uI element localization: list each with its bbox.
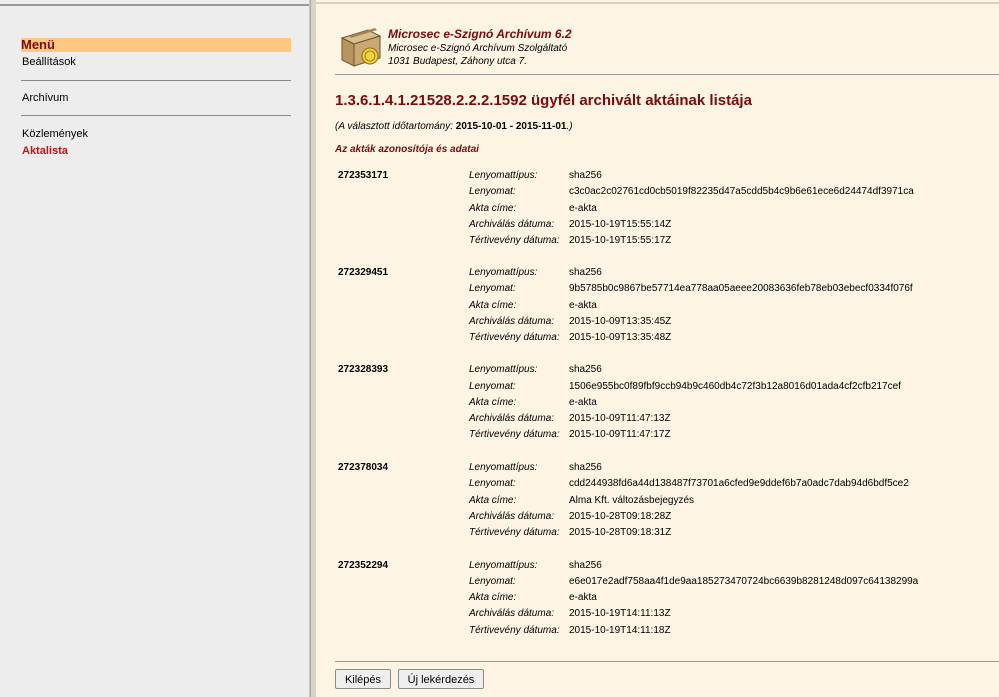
hash-type-value: sha256 [569, 462, 602, 473]
new-query-button[interactable]: Új lekérdezés [398, 669, 484, 689]
date-range: (A választott időtartomány: 2015-10-01 -… [335, 121, 573, 132]
hash-value: e6e017e2adf758aa4f1de9aa185273470724bc66… [569, 576, 919, 587]
title-value: e-akta [569, 203, 597, 214]
header-divider [335, 74, 999, 75]
archived-label: Archiválás dátuma: [469, 608, 555, 619]
title-label: Akta címe: [469, 300, 517, 311]
hash-value: 9b5785b0c9867be57714ea778aa05aeee2008363… [569, 283, 913, 294]
date-range-value: 2015-10-01 - 2015-11-01 [455, 121, 567, 132]
receipt-value: 2015-10-09T13:35:48Z [569, 332, 672, 343]
archived-value: 2015-10-19T14:11:13Z [569, 608, 671, 619]
date-range-prefix: (A választott időtartomány: [335, 121, 454, 132]
app-title: Microsec e-Szignó Archívum 6.2 [388, 27, 572, 41]
page-title: 1.3.6.1.4.1.21528.2.2.2.1592 ügyfél arch… [335, 92, 752, 109]
footer-divider [335, 661, 999, 662]
title-label: Akta címe: [469, 203, 517, 214]
title-label: Akta címe: [469, 592, 517, 603]
main-content: Microsec e-Szignó Archívum 6.2 Microsec … [316, 0, 999, 697]
hash-value: 1506e955bc0f89fbf9ccb94b9c460db4c72f3b12… [569, 381, 901, 392]
hash-type-label: Lenyomattípus: [469, 170, 538, 181]
hash-type-label: Lenyomattípus: [469, 364, 538, 375]
record-id: 272328393 [338, 364, 389, 375]
archived-value: 2015-10-19T15:55:14Z [569, 219, 672, 230]
archived-value: 2015-10-09T11:47:13Z [569, 413, 671, 424]
sidebar-divider [21, 80, 291, 81]
sidebar-item-settings[interactable]: Beállítások [22, 56, 76, 68]
sidebar-item-archive[interactable]: Archívum [22, 92, 68, 104]
title-value: e-akta [569, 300, 597, 311]
hash-value: cdd244938fd6a44d138487f73701a6cfed9e9dde… [569, 478, 909, 489]
archived-value: 2015-10-28T09:18:28Z [569, 511, 672, 522]
receipt-value: 2015-10-09T11:47:17Z [569, 429, 671, 440]
title-label: Akta címe: [469, 495, 517, 506]
sidebar-item-file-list[interactable]: Aktalista [22, 145, 68, 157]
record-id: 272353171 [338, 170, 389, 181]
title-value: e-akta [569, 397, 597, 408]
date-range-suffix: .) [566, 121, 573, 132]
receipt-label: Tértivevény dátuma: [469, 625, 560, 636]
exit-button[interactable]: Kilépés [335, 669, 391, 689]
title-value: Alma Kft. változásbejegyzés [569, 495, 695, 506]
hash-label: Lenyomat: [469, 478, 516, 489]
sidebar-top-border [0, 4, 309, 6]
archived-value: 2015-10-09T13:35:45Z [569, 316, 672, 327]
archived-label: Archiválás dátuma: [469, 511, 555, 522]
hash-type-value: sha256 [569, 170, 602, 181]
receipt-label: Tértivevény dátuma: [469, 429, 560, 440]
title-label: Akta címe: [469, 397, 517, 408]
hash-type-value: sha256 [569, 267, 602, 278]
section-title: Az akták azonosítója és adatai [335, 144, 479, 155]
sidebar-divider [21, 115, 291, 116]
hash-value: c3c0ac2c02761cd0cb5019f82235d47a5cdd5b4c… [569, 186, 914, 197]
main-top-border [316, 2, 999, 4]
archived-label: Archiválás dátuma: [469, 413, 555, 424]
hash-type-label: Lenyomattípus: [469, 267, 538, 278]
hash-label: Lenyomat: [469, 186, 516, 197]
provider-address: 1031 Budapest, Záhony utca 7. [388, 56, 527, 67]
provider-name: Microsec e-Szignó Archívum Szolgáltató [388, 43, 568, 54]
archived-label: Archiválás dátuma: [469, 316, 555, 327]
sidebar-item-announcements[interactable]: Közlemények [22, 128, 88, 140]
receipt-label: Tértivevény dátuma: [469, 332, 560, 343]
hash-type-label: Lenyomattípus: [469, 560, 538, 571]
record-id: 272352294 [338, 560, 389, 571]
receipt-label: Tértivevény dátuma: [469, 235, 560, 246]
receipt-value: 2015-10-19T15:55:17Z [569, 235, 672, 246]
menu-title: Menü [21, 38, 291, 52]
record-id: 272329451 [338, 267, 389, 278]
hash-type-label: Lenyomattípus: [469, 462, 538, 473]
receipt-value: 2015-10-19T14:11:18Z [569, 625, 671, 636]
record-id: 272378034 [338, 462, 389, 473]
receipt-label: Tértivevény dátuma: [469, 527, 560, 538]
archived-label: Archiválás dátuma: [469, 219, 555, 230]
hash-type-value: sha256 [569, 364, 602, 375]
hash-label: Lenyomat: [469, 283, 516, 294]
hash-type-value: sha256 [569, 560, 602, 571]
hash-label: Lenyomat: [469, 576, 516, 587]
sidebar: Menü Beállítások Archívum Közlemények Ak… [0, 0, 310, 697]
receipt-value: 2015-10-28T09:18:31Z [569, 527, 672, 538]
hash-label: Lenyomat: [469, 381, 516, 392]
title-value: e-akta [569, 592, 597, 603]
archive-box-icon [338, 24, 384, 70]
